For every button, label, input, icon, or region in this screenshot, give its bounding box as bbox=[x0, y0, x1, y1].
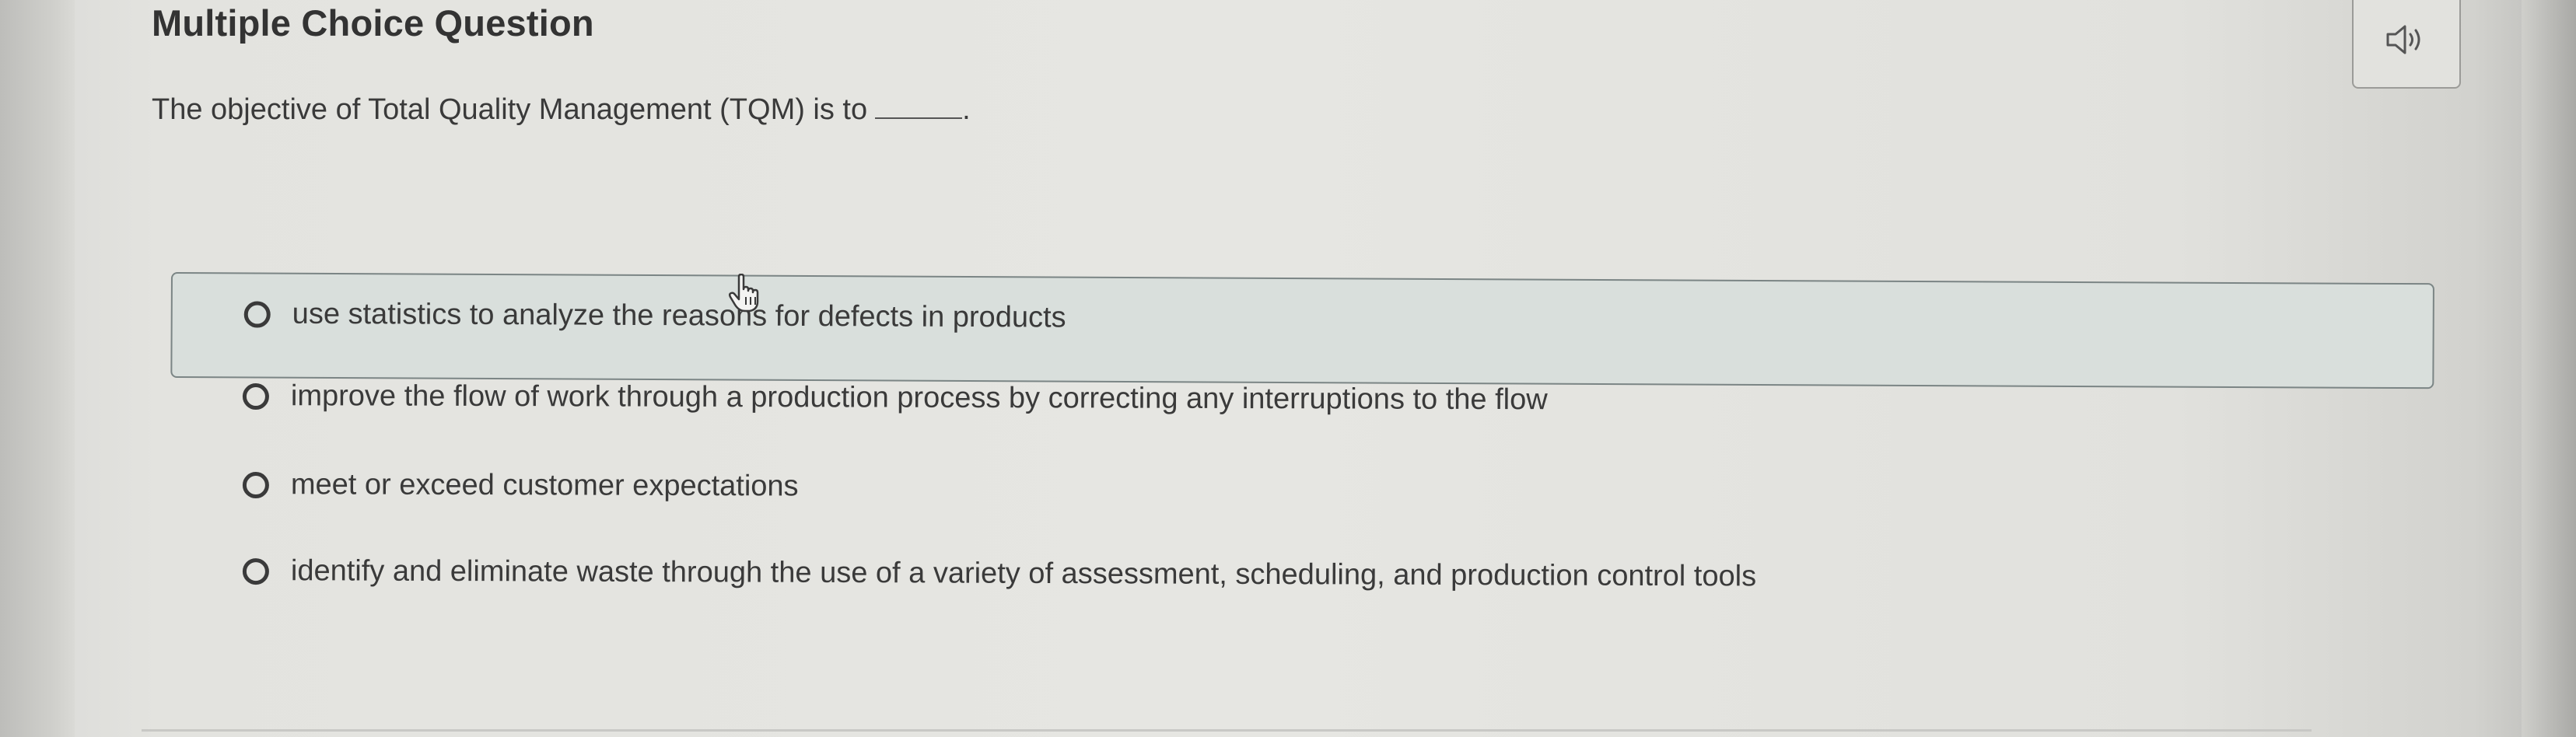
answer-options: use statistics to analyze the reasons fo… bbox=[0, 0, 2576, 737]
radio-button[interactable] bbox=[242, 382, 269, 410]
answer-option-4[interactable]: identify and eliminate waste through the… bbox=[242, 554, 1757, 593]
radio-button[interactable] bbox=[242, 557, 269, 585]
answer-option-label: meet or exceed customer expectations bbox=[290, 468, 799, 503]
answer-option-label: improve the flow of work through a produ… bbox=[290, 379, 1548, 417]
answer-option-1[interactable]: use statistics to analyze the reasons fo… bbox=[170, 272, 2434, 389]
radio-button[interactable] bbox=[242, 471, 269, 498]
answer-option-label: use statistics to analyze the reasons fo… bbox=[292, 297, 1066, 334]
answer-option-2[interactable]: improve the flow of work through a produ… bbox=[242, 379, 1548, 417]
answer-option-label: identify and eliminate waste through the… bbox=[290, 554, 1757, 593]
answer-option-3[interactable]: meet or exceed customer expectations bbox=[242, 468, 799, 503]
radio-button[interactable] bbox=[243, 300, 271, 328]
hand-pointer-cursor-icon bbox=[728, 274, 759, 313]
section-divider bbox=[142, 729, 2312, 732]
